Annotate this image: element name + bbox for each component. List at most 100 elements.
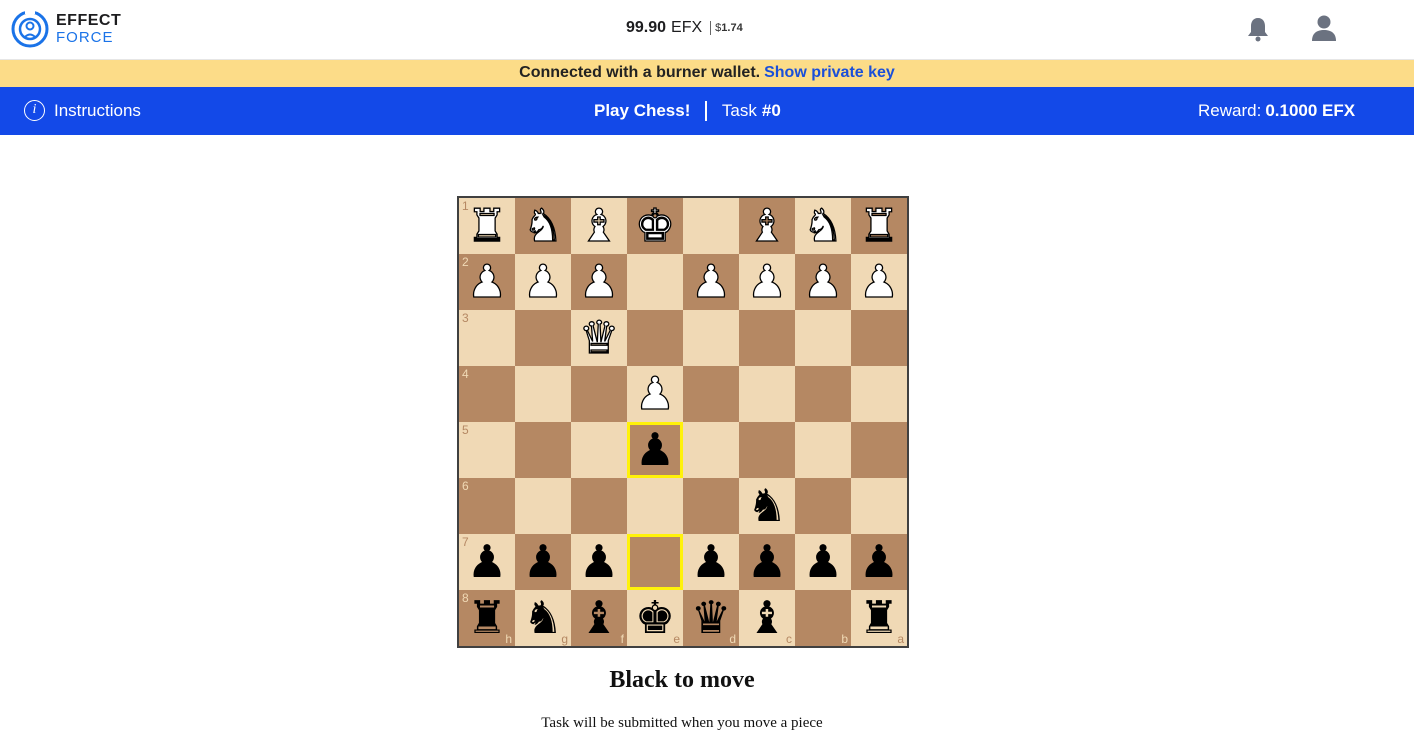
square-a3[interactable] — [851, 310, 907, 366]
square-f6[interactable] — [571, 478, 627, 534]
black-knight-icon[interactable]: ♞ — [739, 478, 795, 534]
square-b2[interactable]: ♟ — [795, 254, 851, 310]
square-d8[interactable]: ♛ d — [683, 590, 739, 646]
chess-board[interactable]: ♜ 1 ♞ ♝ ♚ ♝ ♞ ♜ ♟ 2 ♟ ♟ ♟ ♟ ♟ ♟ 3 ♛ 4 ♟ 5 ♟ 6 ♞ ♟ 7 ♟ ♟ ♟ ♟ ♟ ♟ ♜ 8 h ♞ g ♝ f ♚… — [457, 196, 909, 648]
square-d4[interactable] — [683, 366, 739, 422]
square-b8[interactable]: b — [795, 590, 851, 646]
black-pawn-icon[interactable]: ♟ — [627, 422, 683, 478]
square-h4[interactable]: 4 — [459, 366, 515, 422]
banner-text: Connected with a burner wallet. — [519, 64, 761, 81]
square-c6[interactable]: ♞ — [739, 478, 795, 534]
instructions-button[interactable]: i Instructions — [24, 100, 141, 121]
square-e1[interactable]: ♚ — [627, 198, 683, 254]
white-pawn-icon[interactable]: ♟ — [795, 254, 851, 310]
square-a1[interactable]: ♜ — [851, 198, 907, 254]
square-g7[interactable]: ♟ — [515, 534, 571, 590]
square-e3[interactable] — [627, 310, 683, 366]
square-h2[interactable]: ♟ 2 — [459, 254, 515, 310]
square-b6[interactable] — [795, 478, 851, 534]
black-pawn-icon[interactable]: ♟ — [683, 534, 739, 590]
square-f1[interactable]: ♝ — [571, 198, 627, 254]
square-c8[interactable]: ♝ c — [739, 590, 795, 646]
square-a5[interactable] — [851, 422, 907, 478]
square-d7[interactable]: ♟ — [683, 534, 739, 590]
white-pawn-icon[interactable]: ♟ — [739, 254, 795, 310]
square-e2[interactable] — [627, 254, 683, 310]
square-a7[interactable]: ♟ — [851, 534, 907, 590]
square-b7[interactable]: ♟ — [795, 534, 851, 590]
square-c7[interactable]: ♟ — [739, 534, 795, 590]
bell-icon[interactable] — [1246, 16, 1270, 42]
square-h3[interactable]: 3 — [459, 310, 515, 366]
white-knight-icon[interactable]: ♞ — [795, 198, 851, 254]
show-private-key-link[interactable]: Show private key — [764, 64, 895, 81]
black-pawn-icon[interactable]: ♟ — [515, 534, 571, 590]
square-c3[interactable] — [739, 310, 795, 366]
square-h5[interactable]: 5 — [459, 422, 515, 478]
square-g1[interactable]: ♞ — [515, 198, 571, 254]
square-g2[interactable]: ♟ — [515, 254, 571, 310]
square-h6[interactable]: 6 — [459, 478, 515, 534]
square-a8[interactable]: ♜ a — [851, 590, 907, 646]
square-e6[interactable] — [627, 478, 683, 534]
white-pawn-icon[interactable]: ♟ — [851, 254, 907, 310]
square-d2[interactable]: ♟ — [683, 254, 739, 310]
white-pawn-icon[interactable]: ♟ — [515, 254, 571, 310]
square-b3[interactable] — [795, 310, 851, 366]
square-f2[interactable]: ♟ — [571, 254, 627, 310]
square-f5[interactable] — [571, 422, 627, 478]
effect-force-logo[interactable]: EFFECT FORCE — [10, 6, 121, 52]
title-separator — [705, 101, 707, 121]
square-g6[interactable] — [515, 478, 571, 534]
square-b1[interactable]: ♞ — [795, 198, 851, 254]
white-king-icon[interactable]: ♚ — [627, 198, 683, 254]
square-b5[interactable] — [795, 422, 851, 478]
square-f4[interactable] — [571, 366, 627, 422]
black-pawn-icon[interactable]: ♟ — [739, 534, 795, 590]
black-bishop-icon[interactable]: ♝ — [571, 590, 627, 646]
submit-note: Task will be submitted when you move a p… — [541, 715, 823, 731]
white-bishop-icon[interactable]: ♝ — [739, 198, 795, 254]
square-d1[interactable] — [683, 198, 739, 254]
square-b4[interactable] — [795, 366, 851, 422]
square-c5[interactable] — [739, 422, 795, 478]
square-g4[interactable] — [515, 366, 571, 422]
black-pawn-icon[interactable]: ♟ — [571, 534, 627, 590]
square-h1[interactable]: ♜ 1 — [459, 198, 515, 254]
task-label: Task — [721, 101, 757, 120]
black-pawn-icon[interactable]: ♟ — [795, 534, 851, 590]
square-c2[interactable]: ♟ — [739, 254, 795, 310]
square-e5[interactable]: ♟ — [627, 422, 683, 478]
white-rook-icon[interactable]: ♜ — [851, 198, 907, 254]
square-f8[interactable]: ♝ f — [571, 590, 627, 646]
user-icon[interactable] — [1311, 14, 1337, 42]
square-c1[interactable]: ♝ — [739, 198, 795, 254]
white-knight-icon[interactable]: ♞ — [515, 198, 571, 254]
square-d6[interactable] — [683, 478, 739, 534]
square-a6[interactable] — [851, 478, 907, 534]
white-pawn-icon[interactable]: ♟ — [683, 254, 739, 310]
black-pawn-icon[interactable]: ♟ — [851, 534, 907, 590]
square-e4[interactable]: ♟ — [627, 366, 683, 422]
white-queen-icon[interactable]: ♛ — [571, 310, 627, 366]
square-h7[interactable]: ♟ 7 — [459, 534, 515, 590]
square-c4[interactable] — [739, 366, 795, 422]
square-d3[interactable] — [683, 310, 739, 366]
square-f3[interactable]: ♛ — [571, 310, 627, 366]
square-a2[interactable]: ♟ — [851, 254, 907, 310]
white-pawn-icon[interactable]: ♟ — [571, 254, 627, 310]
file-label: a — [897, 632, 904, 646]
square-e7[interactable] — [627, 534, 683, 590]
white-pawn-icon[interactable]: ♟ — [627, 366, 683, 422]
square-e8[interactable]: ♚ e — [627, 590, 683, 646]
square-d5[interactable] — [683, 422, 739, 478]
white-bishop-icon[interactable]: ♝ — [571, 198, 627, 254]
square-g8[interactable]: ♞ g — [515, 590, 571, 646]
square-f7[interactable]: ♟ — [571, 534, 627, 590]
square-g3[interactable] — [515, 310, 571, 366]
square-g5[interactable] — [515, 422, 571, 478]
wallet-balance: 99.90 EFX $ 1.74 — [626, 18, 743, 38]
square-a4[interactable] — [851, 366, 907, 422]
square-h8[interactable]: ♜ 8 h — [459, 590, 515, 646]
logo-icon — [11, 9, 49, 48]
